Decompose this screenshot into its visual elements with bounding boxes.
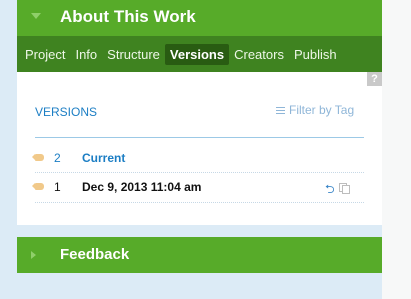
tag-icon xyxy=(32,154,44,161)
row-divider xyxy=(35,202,364,203)
version-number: 2 xyxy=(54,151,61,165)
version-row[interactable]: 2 Current xyxy=(32,146,364,174)
tab-info[interactable]: Info xyxy=(70,44,102,65)
expand-triangle-icon[interactable] xyxy=(31,251,36,259)
feedback-section-header[interactable]: Feedback xyxy=(17,237,382,273)
page-scroll-gutter xyxy=(382,0,411,299)
tab-project[interactable]: Project xyxy=(20,44,70,65)
about-section-header[interactable]: About This Work xyxy=(17,0,382,36)
row-divider xyxy=(35,172,364,173)
versions-heading: VERSIONS xyxy=(35,105,98,119)
about-section-title: About This Work xyxy=(60,7,196,26)
tab-versions[interactable]: Versions xyxy=(164,43,230,65)
filter-by-tag-link[interactable]: Filter by Tag xyxy=(276,103,354,117)
version-number: 1 xyxy=(54,180,61,194)
about-tab-bar: Project Info Structure Versions Creators… xyxy=(17,36,382,72)
version-name[interactable]: Current xyxy=(82,151,125,165)
list-icon xyxy=(276,105,285,116)
tab-creators[interactable]: Creators xyxy=(229,44,289,65)
tab-structure[interactable]: Structure xyxy=(102,44,165,65)
versions-divider xyxy=(35,137,364,138)
version-row[interactable]: 1 Dec 9, 2013 11:04 am ⮌ xyxy=(32,175,364,203)
feedback-section-title: Feedback xyxy=(60,246,130,263)
filter-by-tag-label: Filter by Tag xyxy=(289,103,355,117)
collapse-triangle-icon[interactable] xyxy=(31,13,41,19)
tag-icon xyxy=(32,183,44,190)
help-button[interactable]: ? xyxy=(367,72,382,86)
restore-icon[interactable]: ⮌ xyxy=(325,180,335,201)
version-name[interactable]: Dec 9, 2013 11:04 am xyxy=(82,180,201,194)
copy-icon[interactable] xyxy=(339,183,350,194)
tab-publish[interactable]: Publish xyxy=(289,44,342,65)
